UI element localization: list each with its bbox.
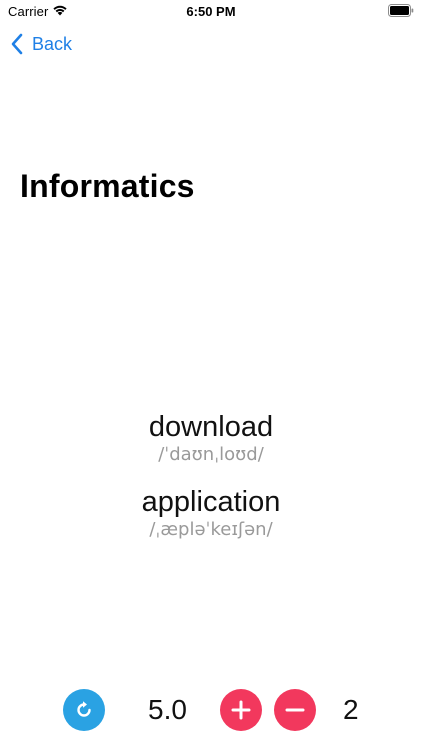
word-pronunciation: /ˌæpləˈkeɪʃən/: [149, 519, 273, 540]
word-item: download /ˈdaʊnˌloʊd/: [0, 410, 422, 466]
speed-value: 5.0: [148, 694, 187, 725]
back-button[interactable]: Back: [10, 30, 72, 58]
word-text: download: [148, 411, 274, 443]
plus-icon: [231, 700, 251, 720]
bottom-controls: 5.0 2: [0, 688, 422, 732]
back-label: Back: [32, 33, 73, 54]
refresh-button[interactable]: [63, 689, 105, 731]
decrease-button[interactable]: [274, 689, 316, 731]
chevron-left-icon: [11, 33, 23, 55]
refresh-icon: [77, 701, 91, 717]
word-pronunciation: /ˈdaʊnˌloʊd/: [158, 444, 264, 465]
status-bar: Carrier 6:50 PM: [0, 0, 422, 24]
minus-icon: [285, 708, 305, 712]
word-item: application /ˌæpləˈkeɪʃən/: [0, 485, 422, 541]
page-title: Informatics: [20, 168, 195, 204]
increase-button[interactable]: [220, 689, 262, 731]
count-value: 2: [343, 694, 359, 725]
clock-time: 6:50 PM: [186, 4, 236, 19]
word-text: application: [141, 486, 281, 518]
battery-icon: [388, 4, 414, 17]
